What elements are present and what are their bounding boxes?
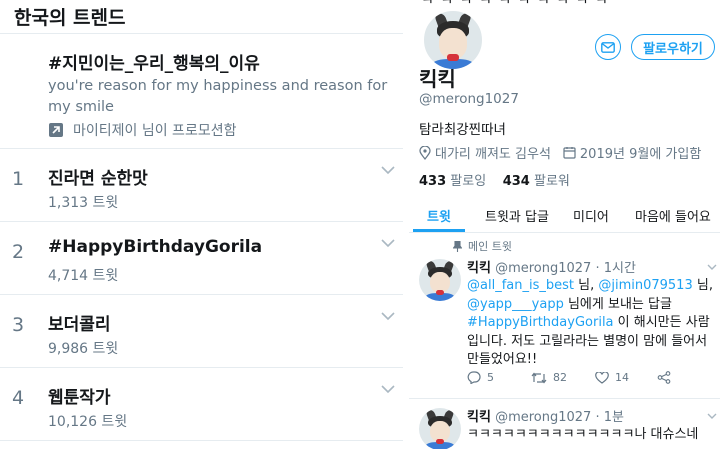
tweet-header: 킥킥 @merong1027 · 1시간 (467, 257, 636, 276)
tweet-text: ㅋㅋㅋㅋㅋㅋㅋㅋㅋㅋㅋㅋㅋㅋ나 대슈스네 (467, 427, 699, 442)
trend-name[interactable]: 보더콜리 (48, 310, 111, 335)
profile-panel: ㅋ ㅋ ㅋ ㅋ ㅋ ㅋ ㅋ ㅋ ㅋ ㅋ 팔로우하기 킥킥 @merong1027… (406, 0, 720, 449)
promoted-by: 마이티제이 님이 프로모션함 (48, 120, 236, 140)
tweet-text: @all_fan_is_best 님, @jimin079513 님, @yap… (467, 278, 713, 367)
trend-name[interactable]: 진라면 순한맛 (48, 164, 148, 189)
trend-item[interactable]: 1 진라면 순한맛 1,313 트윗 (0, 150, 403, 222)
trend-rank: 3 (12, 314, 25, 336)
trend-count: 9,986 트윗 (48, 341, 119, 357)
profile-handle: @merong1027 (419, 91, 519, 107)
tweet-divider (409, 398, 720, 399)
reply-button[interactable]: 5 (467, 371, 494, 384)
tab-likes[interactable]: 마음에 들어요 (635, 206, 711, 225)
profile-meta: 대가리 깨져도 김우석 2019년 9월에 가입함 (419, 143, 701, 162)
trend-count: 4,714 트윗 (48, 268, 119, 284)
tweet-actions: 5 82 14 (467, 371, 717, 387)
envelope-icon (601, 41, 615, 53)
mention-link[interactable]: @all_fan_is_best (467, 278, 574, 293)
hashtag-link[interactable]: #HappyBirthdayGorila (467, 315, 614, 330)
pin-icon (453, 240, 462, 252)
mention-link[interactable]: @jimin079513 (598, 278, 692, 293)
follow-button[interactable]: 팔로우하기 (631, 34, 715, 60)
tweet-author[interactable]: 킥킥 (467, 410, 491, 425)
like-button[interactable]: 14 (595, 371, 629, 384)
tweet-handle: @merong1027 (495, 410, 592, 425)
chevron-down-icon[interactable] (381, 237, 395, 249)
message-button[interactable] (595, 34, 621, 60)
trend-item[interactable]: 3 보더콜리 9,986 트윗 (0, 296, 403, 368)
trend-name[interactable]: #HappyBirthdayGorila (48, 237, 262, 257)
profile-name: 킥킥 (419, 67, 456, 91)
tweet-time: · 1시간 (595, 261, 636, 276)
trend-rank: 2 (12, 241, 25, 263)
trend-count: 10,126 트윗 (48, 414, 128, 430)
chevron-down-icon[interactable] (381, 164, 395, 176)
chevron-down-icon[interactable] (381, 310, 395, 322)
chevron-down-icon[interactable] (707, 412, 717, 420)
trend-rank: 4 (12, 387, 25, 409)
tweet-author[interactable]: 킥킥 (467, 261, 491, 276)
tweet[interactable]: 킥킥 @merong1027 · 1분 ㅋㅋㅋㅋㅋㅋㅋㅋㅋㅋㅋㅋㅋㅋ나 대슈스네 (409, 406, 720, 449)
location-icon (419, 145, 431, 160)
profile-location: 대가리 깨져도 김우석 (435, 147, 551, 162)
promoted-by-label: 마이티제이 님이 프로모션함 (73, 123, 237, 139)
tab-tweets-replies[interactable]: 트윗과 답글 (485, 206, 549, 225)
chevron-down-icon[interactable] (381, 383, 395, 395)
tab-media[interactable]: 미디어 (573, 206, 609, 225)
reply-icon (467, 371, 481, 384)
tab-tweets[interactable]: 트윗 (427, 206, 451, 225)
chevron-down-icon[interactable] (707, 263, 717, 271)
following-link[interactable]: 433 팔로잉 (419, 174, 486, 189)
tweet-avatar[interactable] (419, 408, 461, 449)
pinned-label: 메인 트윗 (453, 238, 512, 254)
tweet-avatar[interactable] (419, 259, 461, 301)
trends-header: 한국의 트렌드 (0, 0, 403, 34)
calendar-icon (563, 147, 576, 159)
heart-icon (595, 371, 609, 384)
trend-item[interactable]: 4 웹툰작가 10,126 트윗 (0, 369, 403, 441)
tweet[interactable]: 킥킥 @merong1027 · 1시간 @all_fan_is_best 님,… (409, 257, 720, 397)
share-button[interactable] (657, 371, 677, 384)
active-tab-indicator (413, 229, 465, 232)
mention-link[interactable]: @yapp___yapp (467, 297, 564, 312)
retweet-icon (531, 372, 547, 383)
tweet-header: 킥킥 @merong1027 · 1분 (467, 406, 624, 425)
tweet-time: · 1분 (595, 410, 624, 425)
trend-item[interactable]: 2 #HappyBirthdayGorila 4,714 트윗 (0, 223, 403, 295)
profile-tabs: 트윗 트윗과 답글 미디어 마음에 들어요 (409, 196, 720, 233)
followers-link[interactable]: 434 팔로워 (503, 174, 570, 189)
trend-rank: 1 (12, 168, 25, 190)
trend-name[interactable]: 웹툰작가 (48, 383, 111, 408)
promoted-trend-description: you're reason for my happiness and reaso… (48, 78, 388, 115)
profile-bio: 탐라최강찐따녀 (419, 122, 506, 138)
promoted-arrow-icon (48, 122, 64, 138)
promoted-trend[interactable]: #지민이는_우리_행복의_이유 you're reason for my hap… (0, 35, 403, 149)
profile-stats: 433 팔로잉 434 팔로워 (419, 170, 570, 189)
share-icon (657, 371, 671, 384)
profile-joined: 2019년 9월에 가입함 (579, 147, 702, 162)
promoted-trend-title[interactable]: #지민이는_우리_행복의_이유 (48, 49, 260, 74)
trend-count: 1,313 트윗 (48, 195, 119, 211)
retweet-button[interactable]: 82 (531, 371, 567, 384)
trends-panel: 한국의 트렌드 #지민이는_우리_행복의_이유 you're reason fo… (0, 0, 403, 449)
tweet-handle: @merong1027 (495, 261, 592, 276)
